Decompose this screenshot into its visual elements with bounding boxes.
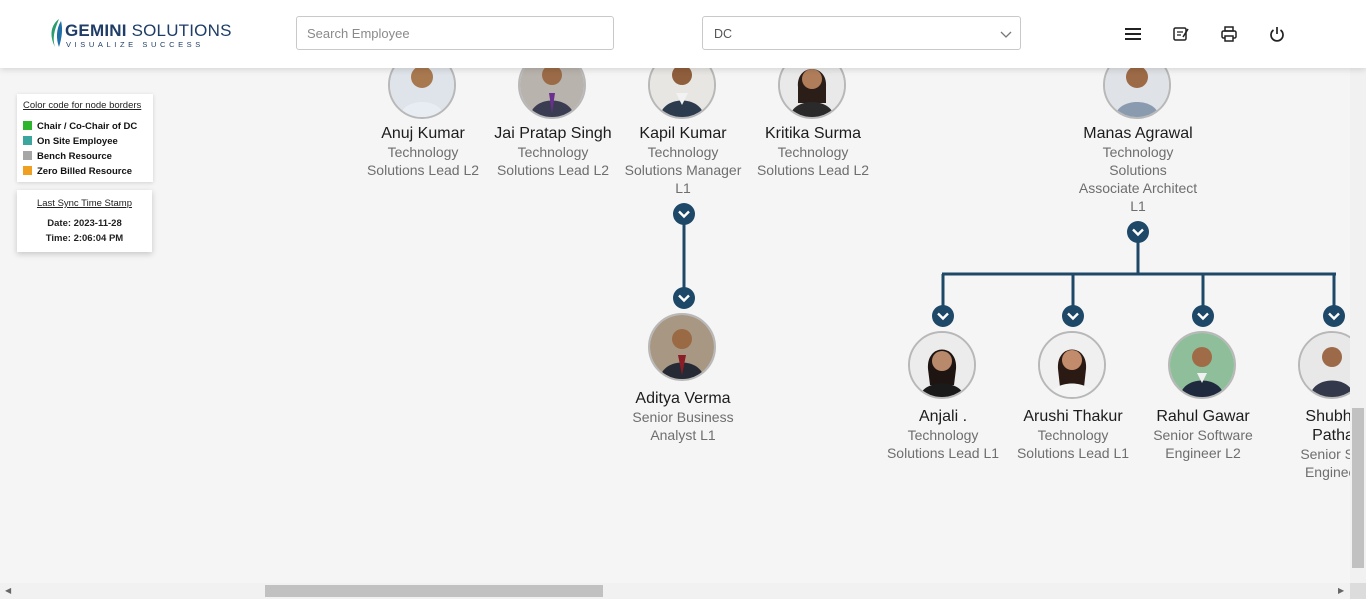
employee-title: L1 bbox=[1130, 198, 1146, 214]
scroll-right-arrow-icon[interactable]: ▶ bbox=[1338, 586, 1344, 595]
employee-name: Kritika Surma bbox=[764, 125, 862, 142]
expand-toggle-button[interactable] bbox=[673, 287, 695, 309]
avatar[interactable] bbox=[1038, 331, 1106, 399]
employee-name: Rahul Gawar bbox=[1156, 408, 1250, 425]
legend-swatch bbox=[23, 166, 32, 175]
employee-name: Anuj Kumar bbox=[381, 125, 465, 142]
leaf-logo-icon bbox=[51, 19, 63, 47]
employee-name: Patha bbox=[1312, 427, 1350, 444]
employee-node-rahul-gawar[interactable]: Rahul Gawar Senior Software Engineer L2 bbox=[1138, 407, 1268, 462]
employee-node-manas-agrawal[interactable]: Manas Agrawal Technology Solutions Assoc… bbox=[1073, 124, 1203, 215]
sync-title: Last Sync Time Stamp bbox=[36, 198, 133, 209]
employee-node-kritika-surma[interactable]: Kritika Surma Technology Solutions Lead … bbox=[748, 124, 878, 179]
employee-node-anjali[interactable]: Anjali . Technology Solutions Lead L1 bbox=[878, 407, 1008, 462]
employee-title: Technology bbox=[387, 144, 459, 160]
legend-swatch bbox=[23, 121, 32, 130]
employee-title: Associate Architect bbox=[1078, 180, 1198, 196]
vertical-scroll-thumb[interactable] bbox=[1352, 408, 1364, 568]
employee-title: Technology bbox=[1037, 427, 1109, 443]
border-color-legend: Color code for node borders Chair / Co-C… bbox=[17, 94, 153, 182]
avatar[interactable] bbox=[908, 331, 976, 399]
employee-name: Aditya Verma bbox=[635, 390, 731, 407]
employee-name: Anjali . bbox=[918, 408, 968, 425]
legend-item-onsite: On Site Employee bbox=[23, 136, 118, 147]
legend-swatch bbox=[23, 151, 32, 160]
employee-title: Solutions Lead L2 bbox=[756, 162, 870, 178]
employee-title: Solutions Lead L2 bbox=[366, 162, 480, 178]
notes-icon[interactable] bbox=[1171, 24, 1191, 44]
chevron-down-icon bbox=[1000, 31, 1012, 38]
menu-icon[interactable] bbox=[1123, 24, 1143, 44]
employee-name: Shubha bbox=[1305, 408, 1350, 425]
search-employee-input[interactable] bbox=[296, 16, 614, 50]
employee-name: Jai Pratap Singh bbox=[494, 125, 612, 142]
employee-title: Solutions Lead L2 bbox=[496, 162, 610, 178]
employee-title: Senior Business bbox=[632, 409, 734, 425]
chevron-down-icon bbox=[1067, 312, 1079, 321]
employee-title: Solutions bbox=[1109, 162, 1167, 178]
employee-node-jai-pratap-singh[interactable]: Jai Pratap Singh Technology Solutions Le… bbox=[488, 124, 618, 179]
logo-name: GEMINI SOLUTIONS bbox=[65, 21, 232, 40]
legend-title: Color code for node borders bbox=[23, 100, 142, 111]
employee-node-anuj-kumar[interactable]: Anuj Kumar Technology Solutions Lead L2 bbox=[358, 124, 488, 179]
employee-name: Manas Agrawal bbox=[1083, 125, 1193, 142]
expand-toggle-button[interactable] bbox=[1323, 305, 1345, 327]
power-icon[interactable] bbox=[1267, 24, 1287, 44]
employee-title: L1 bbox=[675, 180, 691, 196]
employee-node-shubham-pathak[interactable]: Shubha Patha Senior Sof Engineer bbox=[1268, 407, 1350, 481]
logo-tagline: VISUALIZE SUCCESS bbox=[66, 40, 204, 49]
department-select-value: DC bbox=[714, 27, 733, 41]
avatar[interactable] bbox=[1298, 331, 1350, 399]
legend-item-bench: Bench Resource bbox=[23, 151, 112, 162]
scroll-left-arrow-icon[interactable]: ◀ bbox=[5, 586, 11, 595]
employee-name: Kapil Kumar bbox=[639, 125, 727, 142]
expand-toggle-button[interactable] bbox=[673, 203, 695, 225]
employee-title: Solutions Lead L1 bbox=[1016, 445, 1130, 461]
employee-title: Solutions Manager bbox=[624, 162, 742, 178]
employee-title: Technology bbox=[1102, 144, 1174, 160]
employee-title: Senior Software bbox=[1153, 427, 1253, 443]
app-header: GEMINI SOLUTIONS VISUALIZE SUCCESS DC bbox=[0, 0, 1366, 68]
employee-title: Senior Sof bbox=[1300, 446, 1350, 462]
sync-date: Date: 2023-11-28 bbox=[47, 218, 122, 229]
employee-title: Technology bbox=[647, 144, 719, 160]
department-select[interactable]: DC bbox=[702, 16, 1021, 50]
employee-name: Arushi Thakur bbox=[1023, 408, 1123, 425]
chevron-down-icon bbox=[1328, 312, 1340, 321]
vertical-scrollbar[interactable] bbox=[1350, 68, 1366, 583]
employee-title: Technology bbox=[777, 144, 849, 160]
chevron-down-icon bbox=[1197, 312, 1209, 321]
employee-title: Engineer bbox=[1304, 464, 1350, 480]
chevron-down-icon bbox=[1132, 228, 1144, 237]
chevron-down-icon bbox=[937, 312, 949, 321]
chevron-down-icon bbox=[678, 210, 690, 219]
avatar[interactable] bbox=[648, 313, 716, 381]
sync-time: Time: 2:06:04 PM bbox=[45, 233, 124, 244]
gemini-logo[interactable]: GEMINI SOLUTIONS VISUALIZE SUCCESS bbox=[47, 17, 231, 51]
legend-item-zero-billed: Zero Billed Resource bbox=[23, 166, 132, 177]
employee-node-aditya-verma[interactable]: Aditya Verma Senior Business Analyst L1 bbox=[618, 389, 748, 444]
legend-swatch bbox=[23, 136, 32, 145]
employee-title: Technology bbox=[517, 144, 589, 160]
expand-toggle-button[interactable] bbox=[1127, 221, 1149, 243]
horizontal-scroll-thumb[interactable] bbox=[265, 585, 603, 597]
legend-item-chair: Chair / Co-Chair of DC bbox=[23, 121, 137, 132]
employee-title: Analyst L1 bbox=[650, 427, 716, 443]
horizontal-scrollbar[interactable]: ◀ ▶ bbox=[0, 583, 1350, 599]
employee-node-arushi-thakur[interactable]: Arushi Thakur Technology Solutions Lead … bbox=[1008, 407, 1138, 462]
print-icon[interactable] bbox=[1219, 24, 1239, 44]
expand-toggle-button[interactable] bbox=[1062, 305, 1084, 327]
sync-timestamp-card: Last Sync Time Stamp Date: 2023-11-28 Ti… bbox=[17, 190, 152, 252]
employee-title: Technology bbox=[907, 427, 979, 443]
employee-node-kapil-kumar[interactable]: Kapil Kumar Technology Solutions Manager… bbox=[618, 124, 748, 197]
scrollbar-corner bbox=[1350, 583, 1366, 599]
chevron-down-icon bbox=[678, 294, 690, 303]
clip-region: Shubha Patha Senior Sof Engineer bbox=[1268, 331, 1350, 491]
expand-toggle-button[interactable] bbox=[1192, 305, 1214, 327]
avatar[interactable] bbox=[1168, 331, 1236, 399]
expand-toggle-button[interactable] bbox=[932, 305, 954, 327]
employee-title: Engineer L2 bbox=[1165, 445, 1241, 461]
employee-title: Solutions Lead L1 bbox=[886, 445, 1000, 461]
